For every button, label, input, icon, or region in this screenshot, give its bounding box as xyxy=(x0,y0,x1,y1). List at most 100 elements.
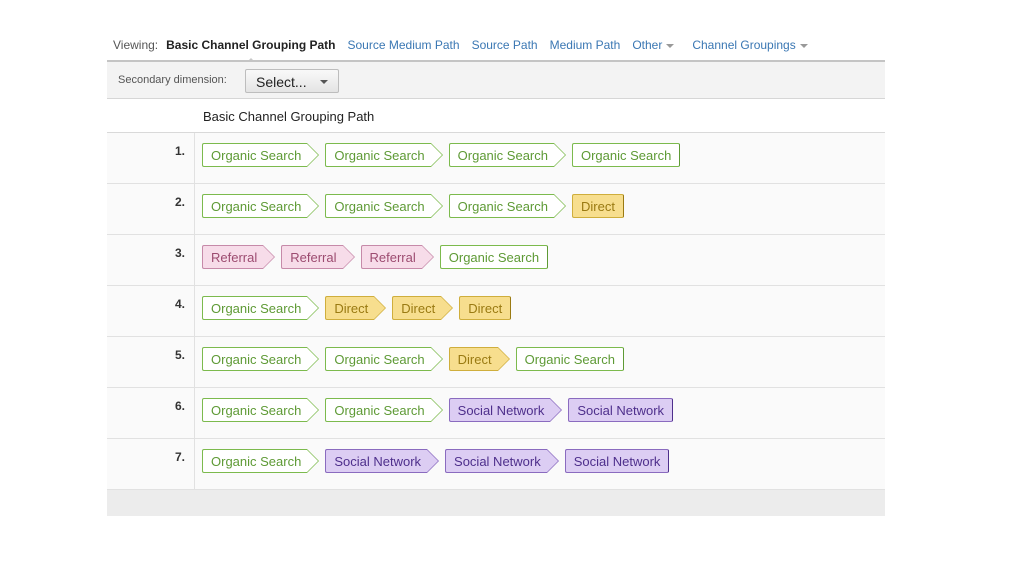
arrow-tip-fill xyxy=(374,297,386,319)
row-number: 6. xyxy=(174,399,185,413)
path-step-organic: Organic Search xyxy=(325,194,443,218)
table-row: 6. Organic Search Organic Search Social Net… xyxy=(107,388,885,439)
path-step-label: Direct xyxy=(580,199,615,214)
channel-path: Organic Search Organic Search Social Netwo… xyxy=(202,398,691,422)
path-step-label: Organic Search xyxy=(448,250,540,265)
arrow-tip-fill xyxy=(546,450,558,472)
chevron-down-icon xyxy=(799,43,808,48)
path-step-label: Organic Search xyxy=(211,301,302,316)
path-step-organic: Organic Search xyxy=(202,296,320,320)
other-dropdown[interactable]: Other xyxy=(632,38,675,52)
column-divider xyxy=(194,133,195,183)
path-step-label: Social Network xyxy=(457,403,545,418)
column-header-path[interactable]: Basic Channel Grouping Path xyxy=(203,109,374,124)
arrow-tip-fill xyxy=(307,297,319,319)
path-step-label: Organic Search xyxy=(211,403,302,418)
arrow-tip-fill xyxy=(307,144,319,166)
path-step-label: Social Network xyxy=(334,454,422,469)
arrow-tip-fill xyxy=(421,246,433,268)
view-source-path[interactable]: Source Path xyxy=(472,38,538,52)
path-step-label: Referral xyxy=(211,250,258,265)
path-step-label: Organic Search xyxy=(457,199,548,214)
path-step-organic: Organic Search xyxy=(571,143,681,167)
arrow-tip-fill xyxy=(441,297,453,319)
path-step-label: Organic Search xyxy=(211,199,302,214)
paths-table-panel: Secondary dimension: Select... Basic Cha… xyxy=(107,60,885,516)
arrow-tip-fill xyxy=(550,399,562,421)
viewing-label: Viewing: xyxy=(113,38,159,52)
path-step-label: Direct xyxy=(457,352,492,367)
path-step-direct: Direct xyxy=(392,296,454,320)
path-step-social: Social Network xyxy=(564,449,670,473)
row-number: 1. xyxy=(174,144,185,158)
table-row: 4. Organic Search Direct Direct Direct xyxy=(107,286,885,337)
table-header: Basic Channel Grouping Path xyxy=(107,99,885,133)
table-body: 1. Organic Search Organic Search Organic Se… xyxy=(107,133,885,490)
path-step-direct: Direct xyxy=(571,194,624,218)
view-medium-path[interactable]: Medium Path xyxy=(550,38,621,52)
path-step-organic: Organic Search xyxy=(325,398,443,422)
path-step-organic: Organic Search xyxy=(448,194,566,218)
path-step-organic: Organic Search xyxy=(325,143,443,167)
arrow-tip-fill xyxy=(307,450,319,472)
other-dropdown-label: Other xyxy=(632,38,663,52)
row-number: 5. xyxy=(174,348,185,362)
path-step-label: Referral xyxy=(369,250,416,265)
arrow-tip-fill xyxy=(430,399,442,421)
path-step-organic: Organic Search xyxy=(448,143,566,167)
channel-groupings-dropdown[interactable]: Channel Groupings xyxy=(692,38,808,52)
table-row: 2. Organic Search Organic Search Organic Se… xyxy=(107,184,885,235)
path-step-label: Organic Search xyxy=(524,352,615,367)
view-source-medium-path[interactable]: Source Medium Path xyxy=(348,38,460,52)
path-step-referral: Referral xyxy=(281,245,355,269)
table-row: 1. Organic Search Organic Search Organic Se… xyxy=(107,133,885,184)
path-step-label: Social Network xyxy=(454,454,541,469)
path-step-organic: Organic Search xyxy=(515,347,624,371)
path-step-social: Social Network xyxy=(445,449,559,473)
view-basic-channel-grouping-path[interactable]: Basic Channel Grouping Path xyxy=(166,38,336,64)
secondary-dimension-label: Secondary dimension: xyxy=(118,74,227,86)
path-step-label: Organic Search xyxy=(211,148,302,163)
arrow-tip-fill xyxy=(430,195,442,217)
secondary-dimension-bar: Secondary dimension: Select... xyxy=(107,62,885,99)
path-step-social: Social Network xyxy=(448,398,563,422)
path-step-label: Organic Search xyxy=(211,454,302,469)
column-divider xyxy=(194,286,195,336)
path-step-organic: Organic Search xyxy=(325,347,443,371)
path-step-label: Social Network xyxy=(573,454,661,469)
path-step-organic: Organic Search xyxy=(202,449,320,473)
chevron-down-icon xyxy=(666,43,675,48)
channel-groupings-dropdown-label: Channel Groupings xyxy=(692,38,796,52)
path-step-direct: Direct xyxy=(459,296,512,320)
arrow-tip-fill xyxy=(553,195,565,217)
path-step-referral: Referral xyxy=(360,245,434,269)
path-step-organic: Organic Search xyxy=(439,245,549,269)
path-step-label: Organic Search xyxy=(211,352,302,367)
arrow-tip-fill xyxy=(430,348,442,370)
path-step-label: Organic Search xyxy=(334,199,425,214)
path-step-direct: Direct xyxy=(325,296,387,320)
path-step-referral: Referral xyxy=(202,245,276,269)
arrow-tip-fill xyxy=(263,246,275,268)
path-step-label: Organic Search xyxy=(334,148,425,163)
path-step-label: Social Network xyxy=(577,403,665,418)
channel-path: Organic Search Organic Search Direct Organi… xyxy=(202,347,642,371)
path-step-label: Direct xyxy=(468,301,503,316)
column-divider xyxy=(194,235,195,285)
arrow-tip-fill xyxy=(307,348,319,370)
arrow-tip-fill xyxy=(427,450,439,472)
channel-path: Organic Search Social Network Social Netwo… xyxy=(202,449,687,473)
secondary-dimension-value: Select... xyxy=(256,74,307,90)
path-step-label: Organic Search xyxy=(457,148,548,163)
arrow-tip-fill xyxy=(430,144,442,166)
arrow-tip-fill xyxy=(497,348,509,370)
path-step-label: Organic Search xyxy=(580,148,672,163)
path-step-label: Organic Search xyxy=(334,403,425,418)
path-step-label: Referral xyxy=(290,250,337,265)
path-step-label: Direct xyxy=(334,301,369,316)
secondary-dimension-select[interactable]: Select... xyxy=(245,69,339,93)
channel-path: Organic Search Organic Search Organic Sear… xyxy=(202,143,698,167)
table-row: 5. Organic Search Organic Search Direct Orga… xyxy=(107,337,885,388)
column-divider xyxy=(194,184,195,234)
path-step-direct: Direct xyxy=(448,347,510,371)
